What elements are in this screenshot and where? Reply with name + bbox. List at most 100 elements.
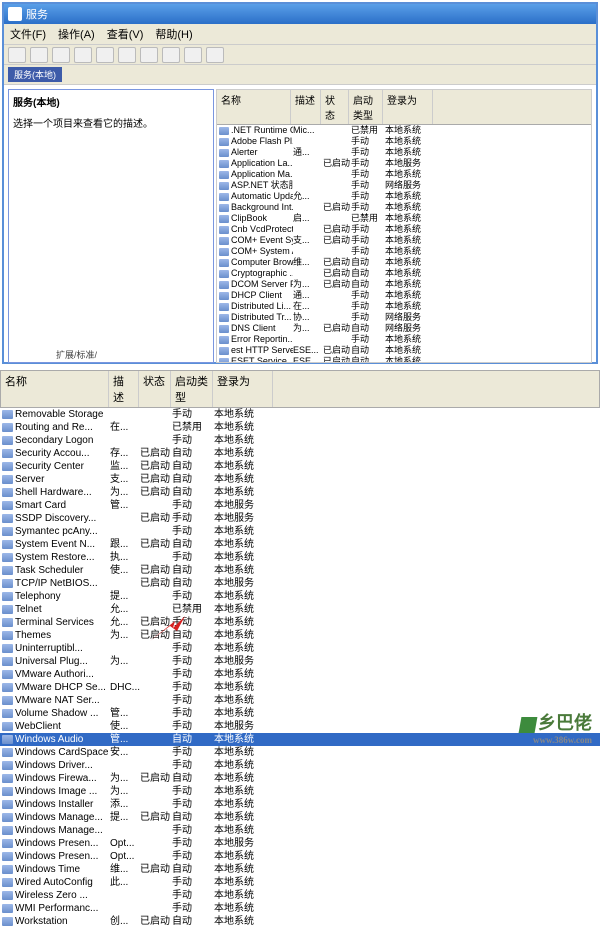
forward-button[interactable] xyxy=(30,47,48,63)
col-logon[interactable]: 登录为 xyxy=(383,90,433,124)
service-row[interactable]: Themes为...已启动自动本地系统 xyxy=(0,629,600,642)
service-row[interactable]: ClipBook启...已禁用本地系统 xyxy=(217,213,591,224)
service-row[interactable]: SSDP Discovery...已启动手动本地服务 xyxy=(0,512,600,525)
menu-action[interactable]: 操作(A) xyxy=(58,26,95,42)
menu-help[interactable]: 帮助(H) xyxy=(155,26,192,42)
service-row[interactable]: Windows Image ...为...手动本地系统 xyxy=(0,785,600,798)
pause-service-button[interactable] xyxy=(184,47,202,63)
service-row[interactable]: VMware DHCP Se...DHC...手动本地系统 xyxy=(0,681,600,694)
service-icon xyxy=(219,171,229,179)
service-row[interactable]: System Event N...跟...已启动自动本地系统 xyxy=(0,538,600,551)
service-row[interactable]: Windows Manage...手动本地系统 xyxy=(0,824,600,837)
service-row[interactable]: ESET ServiceESE...已启动自动本地系统 xyxy=(217,356,591,363)
service-row[interactable]: Background Int...已启动手动本地系统 xyxy=(217,202,591,213)
bcol-status[interactable]: 状态 xyxy=(139,371,171,407)
tree-root[interactable]: 服务(本地) xyxy=(8,67,62,82)
tree-node[interactable]: 服务(本地) xyxy=(13,94,209,109)
service-icon xyxy=(2,839,13,848)
service-row[interactable]: Workstation创...已启动自动本地系统 xyxy=(0,915,600,928)
service-row[interactable]: WebClient使...手动本地服务 xyxy=(0,720,600,733)
service-row[interactable]: Security Center监...已启动自动本地系统 xyxy=(0,460,600,473)
service-row[interactable]: Security Accou...存...已启动自动本地系统 xyxy=(0,447,600,460)
back-button[interactable] xyxy=(8,47,26,63)
col-desc[interactable]: 描述 xyxy=(291,90,321,124)
service-row[interactable]: Distributed Tr...协...手动网络服务 xyxy=(217,312,591,323)
refresh-button[interactable] xyxy=(74,47,92,63)
service-row[interactable]: VMware Authori...手动本地系统 xyxy=(0,668,600,681)
service-row[interactable]: Windows Audio管...自动本地系统 xyxy=(0,733,600,746)
bcol-logon[interactable]: 登录为 xyxy=(213,371,273,407)
service-row[interactable]: DNS Client为...已启动自动网络服务 xyxy=(217,323,591,334)
restart-service-button[interactable] xyxy=(206,47,224,63)
bcol-name[interactable]: 名称 xyxy=(1,371,109,407)
col-startup[interactable]: 启动类型 xyxy=(349,90,383,124)
service-row[interactable]: Windows CardSpace安...手动本地系统 xyxy=(0,746,600,759)
col-status[interactable]: 状态 xyxy=(321,90,349,124)
service-row[interactable]: Task Scheduler使...已启动自动本地系统 xyxy=(0,564,600,577)
service-row[interactable]: est HTTP ServerESE...已启动自动本地系统 xyxy=(217,345,591,356)
service-row[interactable]: Computer Browser维...已启动自动本地系统 xyxy=(217,257,591,268)
service-icon xyxy=(219,292,229,300)
service-row[interactable]: Shell Hardware...为...已启动自动本地系统 xyxy=(0,486,600,499)
stop-service-button[interactable] xyxy=(162,47,180,63)
service-row[interactable]: Windows Firewa...为...已启动自动本地系统 xyxy=(0,772,600,785)
export-button[interactable] xyxy=(52,47,70,63)
service-row[interactable]: Wireless Zero ...手动本地系统 xyxy=(0,889,600,902)
service-row[interactable]: Automatic Updates允...手动本地系统 xyxy=(217,191,591,202)
service-row[interactable]: TCP/IP NetBIOS...已启动自动本地服务 xyxy=(0,577,600,590)
help-button[interactable] xyxy=(118,47,136,63)
service-row[interactable]: Removable Storage手动本地系统 xyxy=(0,408,600,421)
service-row[interactable]: Routing and Re...在...已禁用本地系统 xyxy=(0,421,600,434)
col-name[interactable]: 名称 xyxy=(217,90,291,124)
service-row[interactable]: Wired AutoConfig此...手动本地系统 xyxy=(0,876,600,889)
bcol-desc[interactable]: 描述 xyxy=(109,371,139,407)
service-row[interactable]: Windows Time维...已启动自动本地系统 xyxy=(0,863,600,876)
service-icon xyxy=(2,800,13,809)
service-row[interactable]: Smart Card管...手动本地服务 xyxy=(0,499,600,512)
service-row[interactable]: ASP.NET 状态服...手动网络服务 xyxy=(217,180,591,191)
toolbar xyxy=(4,45,596,65)
service-row[interactable]: Server支...已启动自动本地系统 xyxy=(0,473,600,486)
service-row[interactable]: Volume Shadow ...管...手动本地系统 xyxy=(0,707,600,720)
service-row[interactable]: COM+ System Ap...手动本地系统 xyxy=(217,246,591,257)
service-row[interactable]: VMware NAT Ser...手动本地系统 xyxy=(0,694,600,707)
tab-extended-standard[interactable]: 扩展/标准/ xyxy=(56,348,97,361)
service-row[interactable]: Cryptographic ...已启动自动本地系统 xyxy=(217,268,591,279)
titlebar[interactable]: 服务 xyxy=(4,4,596,24)
service-icon xyxy=(219,160,229,168)
service-row[interactable]: Windows Manage...提...已启动自动本地系统 xyxy=(0,811,600,824)
service-row[interactable]: DCOM Server Pr...为...已启动自动本地系统 xyxy=(217,279,591,290)
service-row[interactable]: .NET Runtime O...Mic...已禁用本地系统 xyxy=(217,125,591,136)
service-row[interactable]: Symantec pcAny...手动本地系统 xyxy=(0,525,600,538)
service-row[interactable]: DHCP Client通...手动本地系统 xyxy=(217,290,591,301)
menu-view[interactable]: 查看(V) xyxy=(107,26,144,42)
properties-button[interactable] xyxy=(96,47,114,63)
service-row[interactable]: Adobe Flash Pl...手动本地系统 xyxy=(217,136,591,147)
service-row[interactable]: COM+ Event System支...已启动手动本地系统 xyxy=(217,235,591,246)
service-row[interactable]: Telephony提...手动本地系统 xyxy=(0,590,600,603)
service-row[interactable]: Application La...已启动手动本地服务 xyxy=(217,158,591,169)
service-row[interactable]: Telnet允...已禁用本地系统 xyxy=(0,603,600,616)
service-row[interactable]: Windows Presen...Opt...手动本地服务 xyxy=(0,837,600,850)
service-row[interactable]: Distributed Li...在...手动本地系统 xyxy=(217,301,591,312)
service-row[interactable]: Universal Plug...为...手动本地服务 xyxy=(0,655,600,668)
service-row[interactable]: Cnb VcdProtect...已启动手动本地系统 xyxy=(217,224,591,235)
service-row[interactable]: Application Ma...手动本地系统 xyxy=(217,169,591,180)
service-list-bottom[interactable]: 名称 描述 状态 启动类型 登录为 Removable Storage手动本地系… xyxy=(0,370,600,720)
service-row[interactable]: Secondary Logon手动本地系统 xyxy=(0,434,600,447)
service-row[interactable]: System Restore...执...手动本地系统 xyxy=(0,551,600,564)
service-row[interactable]: Windows Presen...Opt...手动本地系统 xyxy=(0,850,600,863)
service-row[interactable]: Windows Installer添...手动本地系统 xyxy=(0,798,600,811)
service-icon xyxy=(219,336,229,344)
service-row[interactable]: Alerter通...手动本地系统 xyxy=(217,147,591,158)
start-service-button[interactable] xyxy=(140,47,158,63)
service-row[interactable]: Terminal Services允...已启动手动本地系统 xyxy=(0,616,600,629)
service-row[interactable]: WMI Performanc...手动本地系统 xyxy=(0,902,600,915)
service-row[interactable]: Windows Driver...手动本地系统 xyxy=(0,759,600,772)
menu-file[interactable]: 文件(F) xyxy=(10,26,46,42)
service-row[interactable]: Error Reportin...手动本地系统 xyxy=(217,334,591,345)
bcol-startup[interactable]: 启动类型 xyxy=(171,371,213,407)
service-row[interactable]: Uninterruptibl...手动本地系统 xyxy=(0,642,600,655)
service-list-top[interactable]: 名称 描述 状态 启动类型 登录为 .NET Runtime O...Mic..… xyxy=(216,89,592,363)
watermark-icon xyxy=(519,717,538,733)
